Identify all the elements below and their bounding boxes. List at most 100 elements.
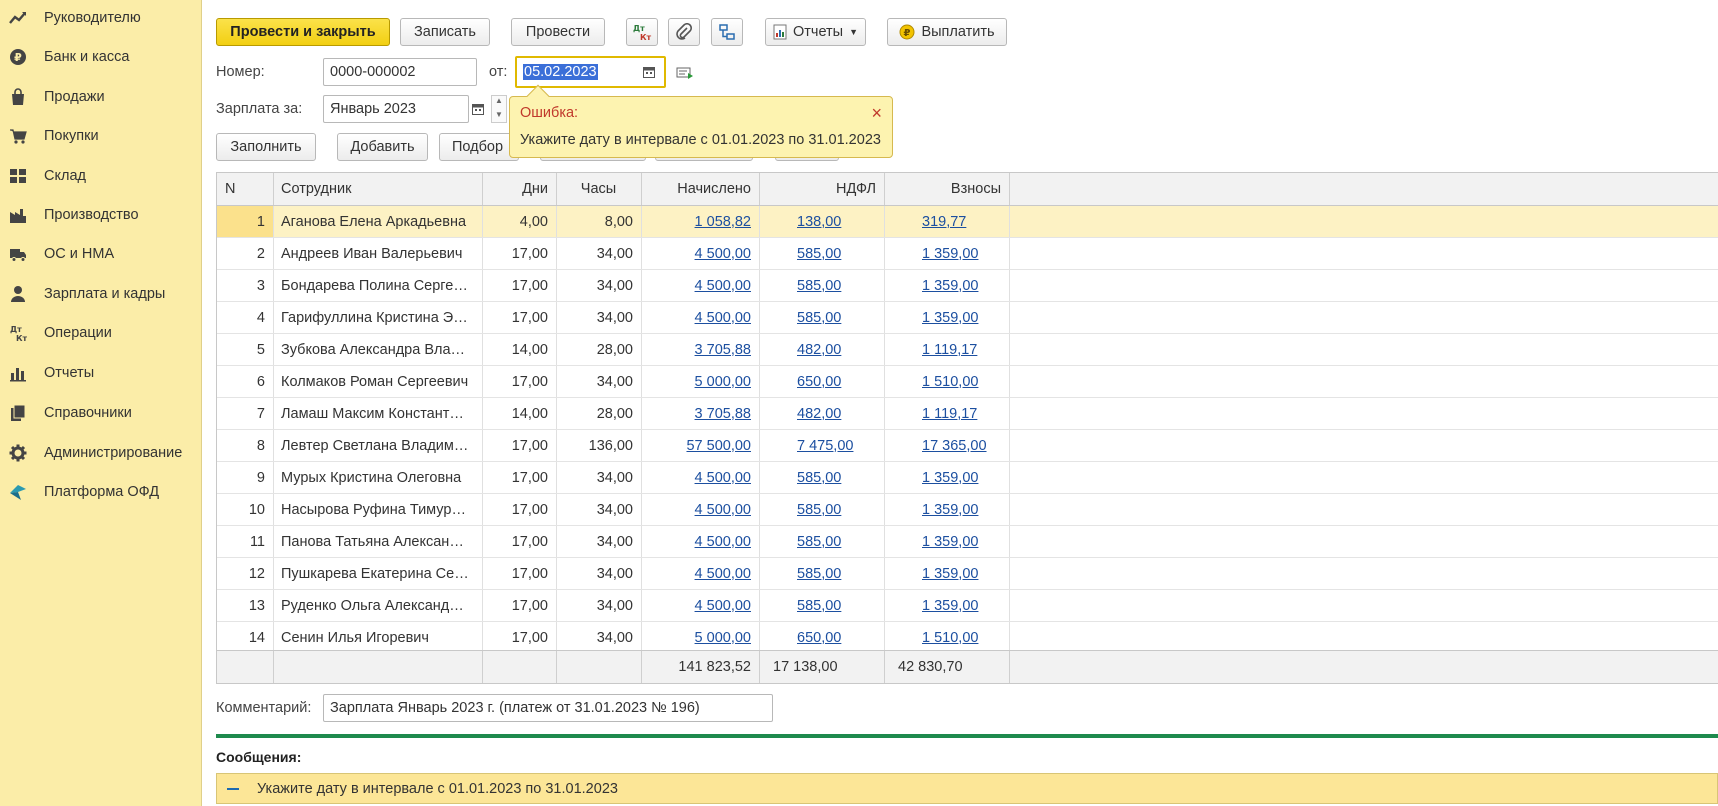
- cell-contrib[interactable]: 1 359,00: [884, 462, 1009, 493]
- cell-ndfl[interactable]: 650,00: [759, 366, 884, 397]
- table-row[interactable]: 13 Руденко Ольга Александ… 17,00 34,00 4 500…: [217, 590, 1718, 622]
- table-row[interactable]: 5 Зубкова Александра Вла… 14,00 28,00 3 705,…: [217, 334, 1718, 366]
- sidebar-item-operations[interactable]: Дт Кт Операции: [0, 315, 202, 351]
- calendar-icon[interactable]: [638, 58, 660, 86]
- header-employee[interactable]: Сотрудник: [273, 173, 482, 205]
- post-button[interactable]: Провести: [511, 18, 605, 46]
- table-row[interactable]: 6 Колмаков Роман Сергеевич 17,00 34,00 5 000…: [217, 366, 1718, 398]
- sidebar-item-administration[interactable]: Администрирование: [0, 435, 202, 471]
- reports-dropdown[interactable]: Отчеты ▼: [765, 18, 866, 46]
- cell-contrib[interactable]: 1 359,00: [884, 558, 1009, 589]
- cell-ndfl[interactable]: 585,00: [759, 558, 884, 589]
- cell-contrib[interactable]: 17 365,00: [884, 430, 1009, 461]
- cell-ndfl[interactable]: 585,00: [759, 462, 884, 493]
- cell-accrued[interactable]: 4 500,00: [641, 590, 759, 621]
- cell-contrib[interactable]: 1 359,00: [884, 526, 1009, 557]
- cell-ndfl[interactable]: 138,00: [759, 206, 884, 237]
- calendar-icon[interactable]: [467, 95, 489, 123]
- cell-accrued[interactable]: 4 500,00: [641, 494, 759, 525]
- cell-contrib[interactable]: 1 359,00: [884, 302, 1009, 333]
- cell-contrib[interactable]: 1 359,00: [884, 590, 1009, 621]
- post-and-close-button[interactable]: Провести и закрыть: [216, 18, 390, 46]
- add-button[interactable]: Добавить: [337, 133, 428, 161]
- sidebar-item-manager[interactable]: Руководителю: [0, 0, 202, 36]
- sidebar-item-assets[interactable]: ОС и НМА: [0, 236, 202, 272]
- sidebar-item-salary[interactable]: Зарплата и кадры: [0, 276, 202, 312]
- cell-ndfl[interactable]: 482,00: [759, 398, 884, 429]
- header-contrib[interactable]: Взносы: [884, 173, 1009, 205]
- debit-credit-button[interactable]: Дт Кт: [626, 18, 658, 46]
- cell-ndfl[interactable]: 585,00: [759, 590, 884, 621]
- cell-ndfl[interactable]: 482,00: [759, 334, 884, 365]
- collapse-icon[interactable]: [227, 788, 239, 790]
- attach-button[interactable]: [668, 18, 700, 46]
- period-field[interactable]: Январь 2023: [323, 95, 469, 123]
- cell-accrued[interactable]: 4 500,00: [641, 526, 759, 557]
- period-stepper[interactable]: ▲ ▼: [491, 95, 507, 123]
- ofd-logo-icon: [9, 483, 27, 501]
- table-row[interactable]: 1 Аганова Елена Аркадьевна 4,00 8,00 1 058,8…: [217, 206, 1718, 238]
- cell-contrib[interactable]: 1 359,00: [884, 270, 1009, 301]
- fill-button[interactable]: Заполнить: [216, 133, 316, 161]
- cell-accrued[interactable]: 5 000,00: [641, 366, 759, 397]
- cell-accrued[interactable]: 5 000,00: [641, 622, 759, 653]
- table-row[interactable]: 12 Пушкарева Екатерина Се… 17,00 34,00 4 500…: [217, 558, 1718, 590]
- cell-accrued[interactable]: 57 500,00: [641, 430, 759, 461]
- cell-hours: 34,00: [596, 373, 633, 390]
- cell-contrib[interactable]: 1 510,00: [884, 366, 1009, 397]
- history-icon[interactable]: [674, 59, 696, 87]
- cell-ndfl[interactable]: 7 475,00: [759, 430, 884, 461]
- cell-contrib[interactable]: 1 359,00: [884, 238, 1009, 269]
- sidebar-item-sales[interactable]: Продажи: [0, 79, 202, 115]
- cell-ndfl[interactable]: 585,00: [759, 526, 884, 557]
- header-accrued[interactable]: Начислено: [641, 173, 759, 205]
- sidebar-item-reports[interactable]: Отчеты: [0, 355, 202, 391]
- pay-button[interactable]: ₽ Выплатить: [887, 18, 1007, 46]
- cell-contrib[interactable]: 1 510,00: [884, 622, 1009, 653]
- table-row[interactable]: 4 Гарифуллина Кристина Э… 17,00 34,00 4 500,…: [217, 302, 1718, 334]
- sidebar-item-catalogs[interactable]: Справочники: [0, 395, 202, 431]
- cell-accrued[interactable]: 1 058,82: [641, 206, 759, 237]
- cell-accrued[interactable]: 3 705,88: [641, 398, 759, 429]
- cell-contrib[interactable]: 1 119,17: [884, 334, 1009, 365]
- cell-ndfl[interactable]: 585,00: [759, 270, 884, 301]
- comment-field[interactable]: Зарплата Январь 2023 г. (платеж от 31.01…: [323, 694, 773, 722]
- cell-ndfl[interactable]: 650,00: [759, 622, 884, 653]
- table-row[interactable]: 10 Насырова Руфина Тимур… 17,00 34,00 4 500,…: [217, 494, 1718, 526]
- number-field[interactable]: 0000-000002: [323, 58, 477, 86]
- sidebar-item-ofd[interactable]: Платформа ОФД: [0, 474, 202, 510]
- cell-contrib[interactable]: 319,77: [884, 206, 1009, 237]
- header-ndfl[interactable]: НДФЛ: [759, 173, 884, 205]
- cell-ndfl[interactable]: 585,00: [759, 494, 884, 525]
- structure-button[interactable]: [711, 18, 743, 46]
- error-tooltip: Ошибка: × Укажите дату в интервале с 01.…: [509, 84, 893, 158]
- save-button[interactable]: Записать: [400, 18, 490, 46]
- header-n[interactable]: N: [217, 173, 273, 205]
- cell-ndfl[interactable]: 585,00: [759, 238, 884, 269]
- table-row[interactable]: 8 Левтер Светлана Владим… 17,00 136,00 57 50…: [217, 430, 1718, 462]
- sidebar-item-purchases[interactable]: Покупки: [0, 118, 202, 154]
- table-row[interactable]: 9 Мурых Кристина Олеговна 17,00 34,00 4 500,…: [217, 462, 1718, 494]
- message-item[interactable]: Укажите дату в интервале с 01.01.2023 по…: [216, 773, 1718, 804]
- cell-accrued[interactable]: 4 500,00: [641, 270, 759, 301]
- select-button[interactable]: Подбор: [439, 133, 519, 161]
- employees-table[interactable]: N Сотрудник Дни Часы Начислено НДФЛ Взно…: [216, 172, 1718, 684]
- sidebar-item-warehouse[interactable]: Склад: [0, 158, 202, 194]
- cell-accrued[interactable]: 4 500,00: [641, 558, 759, 589]
- cell-accrued[interactable]: 3 705,88: [641, 334, 759, 365]
- sidebar-item-bank[interactable]: ₽ Банк и касса: [0, 39, 202, 75]
- cell-contrib[interactable]: 1 359,00: [884, 494, 1009, 525]
- cell-accrued[interactable]: 4 500,00: [641, 462, 759, 493]
- sidebar-item-production[interactable]: Производство: [0, 197, 202, 233]
- header-days[interactable]: Дни: [482, 173, 556, 205]
- cell-accrued[interactable]: 4 500,00: [641, 238, 759, 269]
- cell-ndfl[interactable]: 585,00: [759, 302, 884, 333]
- table-row[interactable]: 2 Андреев Иван Валерьевич 17,00 34,00 4 500,…: [217, 238, 1718, 270]
- table-row[interactable]: 3 Бондарева Полина Серге… 17,00 34,00 4 500,…: [217, 270, 1718, 302]
- close-icon[interactable]: ×: [871, 103, 882, 124]
- cell-contrib[interactable]: 1 119,17: [884, 398, 1009, 429]
- header-hours[interactable]: Часы: [556, 173, 641, 205]
- table-row[interactable]: 11 Панова Татьяна Алексан… 17,00 34,00 4 500…: [217, 526, 1718, 558]
- cell-accrued[interactable]: 4 500,00: [641, 302, 759, 333]
- table-row[interactable]: 7 Ламаш Максим Констант… 14,00 28,00 3 705,8…: [217, 398, 1718, 430]
